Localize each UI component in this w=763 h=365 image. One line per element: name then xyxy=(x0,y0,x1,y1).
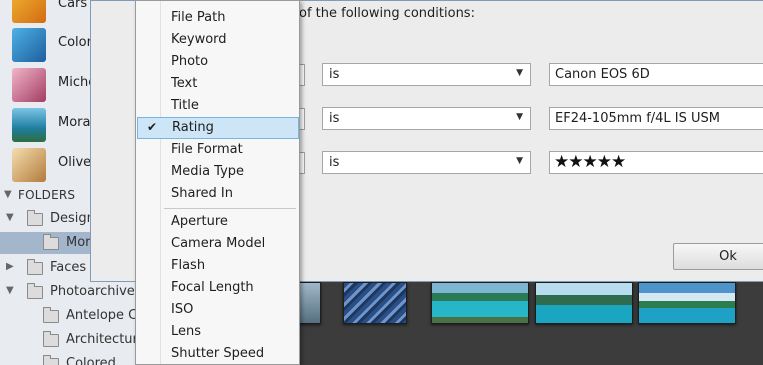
menu-item-text[interactable]: Text xyxy=(136,73,299,95)
condition-value: EF24-105mm f/4L IS USM xyxy=(555,111,721,126)
operator-value: is xyxy=(329,111,340,126)
menu-item-rating[interactable]: ✔ Rating xyxy=(137,117,299,139)
operator-select[interactable]: is ▼ xyxy=(322,63,531,86)
star-rating[interactable]: ★★★★★ xyxy=(554,152,626,172)
menu-item-shutter-speed[interactable]: Shutter Speed xyxy=(136,343,299,365)
folder-label: Colored xyxy=(66,356,116,365)
album-thumbnail xyxy=(12,68,46,102)
folder-label: Antelope Ca xyxy=(66,308,135,323)
folder-label: Photoarchive xyxy=(50,284,135,299)
folder-icon xyxy=(43,234,59,250)
condition-value: Canon EOS 6D xyxy=(555,67,650,82)
photo-thumbnail[interactable] xyxy=(638,282,736,324)
album-thumbnail xyxy=(12,28,46,62)
folder-label: Faces xyxy=(50,260,87,275)
photo-thumbnail[interactable] xyxy=(343,282,407,324)
menu-item-label: Rating xyxy=(172,120,214,135)
rating-value-field[interactable]: ★★★★★ xyxy=(549,151,763,174)
menu-item-label: Shutter Speed xyxy=(171,346,265,361)
condition-value-field[interactable]: EF24-105mm f/4L IS USM xyxy=(549,107,763,130)
photo-thumbnail[interactable] xyxy=(431,282,529,324)
menu-item-file-path[interactable]: File Path xyxy=(136,7,299,29)
collapse-arrow-icon: ▼ xyxy=(4,189,12,200)
album-thumbnail xyxy=(12,0,46,23)
folder-icon xyxy=(27,259,43,275)
menu-item-label: Camera Model xyxy=(171,236,266,251)
menu-item-aperture[interactable]: Aperture xyxy=(136,211,299,233)
menu-item-label: Media Type xyxy=(171,164,245,179)
field-dropdown-menu: File Path Keyword Photo Text Title ✔ Rat… xyxy=(135,0,300,365)
menu-item-lens[interactable]: Lens xyxy=(136,321,299,343)
operator-select[interactable]: is ▼ xyxy=(322,107,531,130)
chevron-down-icon: ▼ xyxy=(516,112,523,122)
folder-item[interactable]: Antelope Ca xyxy=(0,305,135,327)
folders-header-label: FOLDERS xyxy=(18,188,76,202)
folder-label: Design xyxy=(50,211,95,226)
photo-thumbnail[interactable] xyxy=(535,282,633,324)
menu-item-photo[interactable]: Photo xyxy=(136,51,299,73)
menu-item-title[interactable]: Title xyxy=(136,95,299,117)
album-label: Olive xyxy=(58,155,92,170)
menu-item-iso[interactable]: ISO xyxy=(136,299,299,321)
menu-item-file-format[interactable]: File Format xyxy=(136,139,299,161)
menu-item-camera-model[interactable]: Camera Model xyxy=(136,233,299,255)
folder-icon xyxy=(43,355,59,365)
menu-item-label: Focal Length xyxy=(171,280,254,295)
operator-select[interactable]: is ▼ xyxy=(322,151,531,174)
menu-item-label: File Path xyxy=(171,10,226,25)
folder-label: Architecture xyxy=(66,332,135,347)
folder-icon xyxy=(43,331,59,347)
menu-item-label: Keyword xyxy=(171,32,227,47)
album-thumbnail xyxy=(12,108,46,142)
folder-item-photoarchive[interactable]: ▼ Photoarchive xyxy=(0,281,135,303)
folder-icon xyxy=(27,283,43,299)
folder-label: Mor xyxy=(66,235,91,250)
folder-item[interactable]: Colored xyxy=(0,353,135,365)
menu-item-flash[interactable]: Flash xyxy=(136,255,299,277)
folder-item[interactable]: Architecture xyxy=(0,329,135,351)
menu-item-label: Flash xyxy=(171,258,206,273)
operator-value: is xyxy=(329,67,340,82)
menu-item-label: Aperture xyxy=(171,214,228,229)
expand-arrow-icon[interactable]: ▶ xyxy=(6,261,14,272)
collapse-arrow-icon[interactable]: ▼ xyxy=(6,212,14,223)
menu-item-focal-length[interactable]: Focal Length xyxy=(136,277,299,299)
menu-item-label: File Format xyxy=(171,142,243,157)
menu-item-label: Photo xyxy=(171,54,209,69)
chevron-down-icon: ▼ xyxy=(516,156,523,166)
menu-separator xyxy=(164,208,296,209)
menu-item-label: ISO xyxy=(171,302,194,317)
menu-item-media-type[interactable]: Media Type xyxy=(136,161,299,183)
collapse-arrow-icon[interactable]: ▼ xyxy=(6,285,14,296)
conditions-text: of the following conditions: xyxy=(299,6,475,21)
menu-item-label: Title xyxy=(171,98,199,113)
menu-item-label: Shared In xyxy=(171,186,233,201)
folder-icon xyxy=(27,210,43,226)
album-thumbnail xyxy=(12,148,46,182)
chevron-down-icon: ▼ xyxy=(516,68,523,78)
condition-value-field[interactable]: Canon EOS 6D xyxy=(549,63,763,86)
album-label: Cars xyxy=(58,0,88,11)
menu-item-keyword[interactable]: Keyword xyxy=(136,29,299,51)
folder-icon xyxy=(43,307,59,323)
menu-item-shared-in[interactable]: Shared In xyxy=(136,183,299,205)
checkmark-icon: ✔ xyxy=(147,120,158,134)
menu-item-label: Text xyxy=(171,76,198,91)
menu-item-label: Lens xyxy=(171,324,202,339)
operator-value: is xyxy=(329,155,340,170)
album-label: Mora xyxy=(58,115,91,130)
ok-button[interactable]: Ok xyxy=(673,243,763,270)
